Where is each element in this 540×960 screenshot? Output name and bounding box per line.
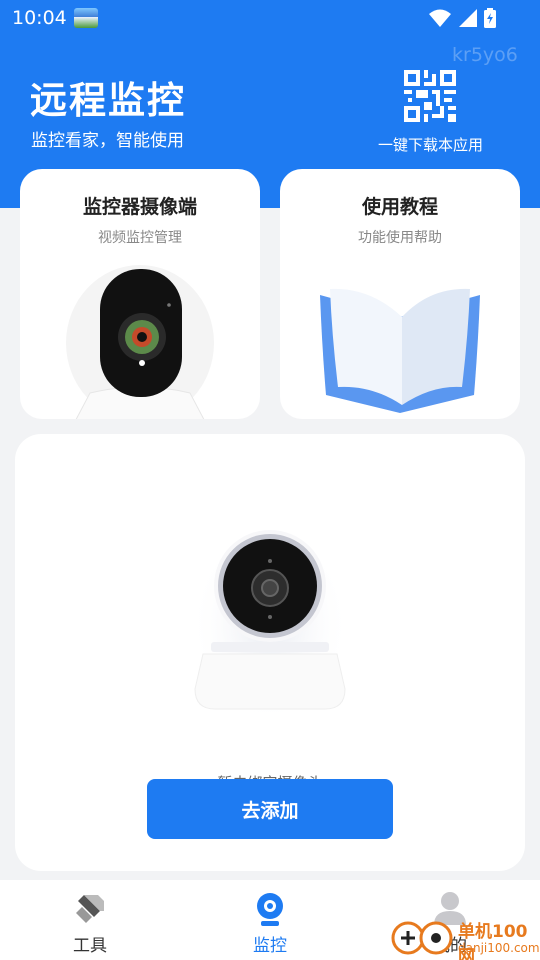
device-panel: 暂未绑定摄像头 去添加 [15,434,525,871]
signal-icon [459,9,477,27]
status-bar: 10:04 [0,0,540,36]
tutorial-card[interactable]: 使用教程 功能使用帮助 [280,169,520,419]
status-icons [428,8,496,28]
card-title: 使用教程 [361,196,438,218]
battery-icon [484,8,496,28]
notification-thumbnail-icon [74,8,98,28]
tab-label: 监控 [253,936,287,956]
tab-label: 工具 [73,936,107,956]
tab-monitor[interactable]: 监控 [210,880,330,960]
camera-icon [66,265,214,419]
card-subtitle: 功能使用帮助 [358,230,442,246]
qr-code-icon[interactable] [404,70,456,122]
add-device-button[interactable]: 去添加 [147,779,393,839]
card-subtitle: 视频监控管理 [98,230,182,246]
webcam-icon [257,893,283,926]
app-title: 远程监控 [30,79,186,122]
webcam-illustration-icon [190,524,350,724]
card-title: 监控器摄像端 [82,196,197,218]
watermark-id: kr5yo6 [452,44,518,66]
app-subtitle: 监控看家，智能使用 [31,131,184,151]
camera-side-card[interactable]: 监控器摄像端 视频监控管理 [20,169,260,419]
book-icon [320,288,480,413]
status-time: 10:04 [12,7,67,29]
tab-tools[interactable]: 工具 [30,880,150,960]
qr-download-label[interactable]: 一键下载本应用 [378,134,483,155]
ruler-icon [76,895,104,923]
watermark-url: danji100.com [458,941,540,955]
wifi-icon [429,9,451,27]
